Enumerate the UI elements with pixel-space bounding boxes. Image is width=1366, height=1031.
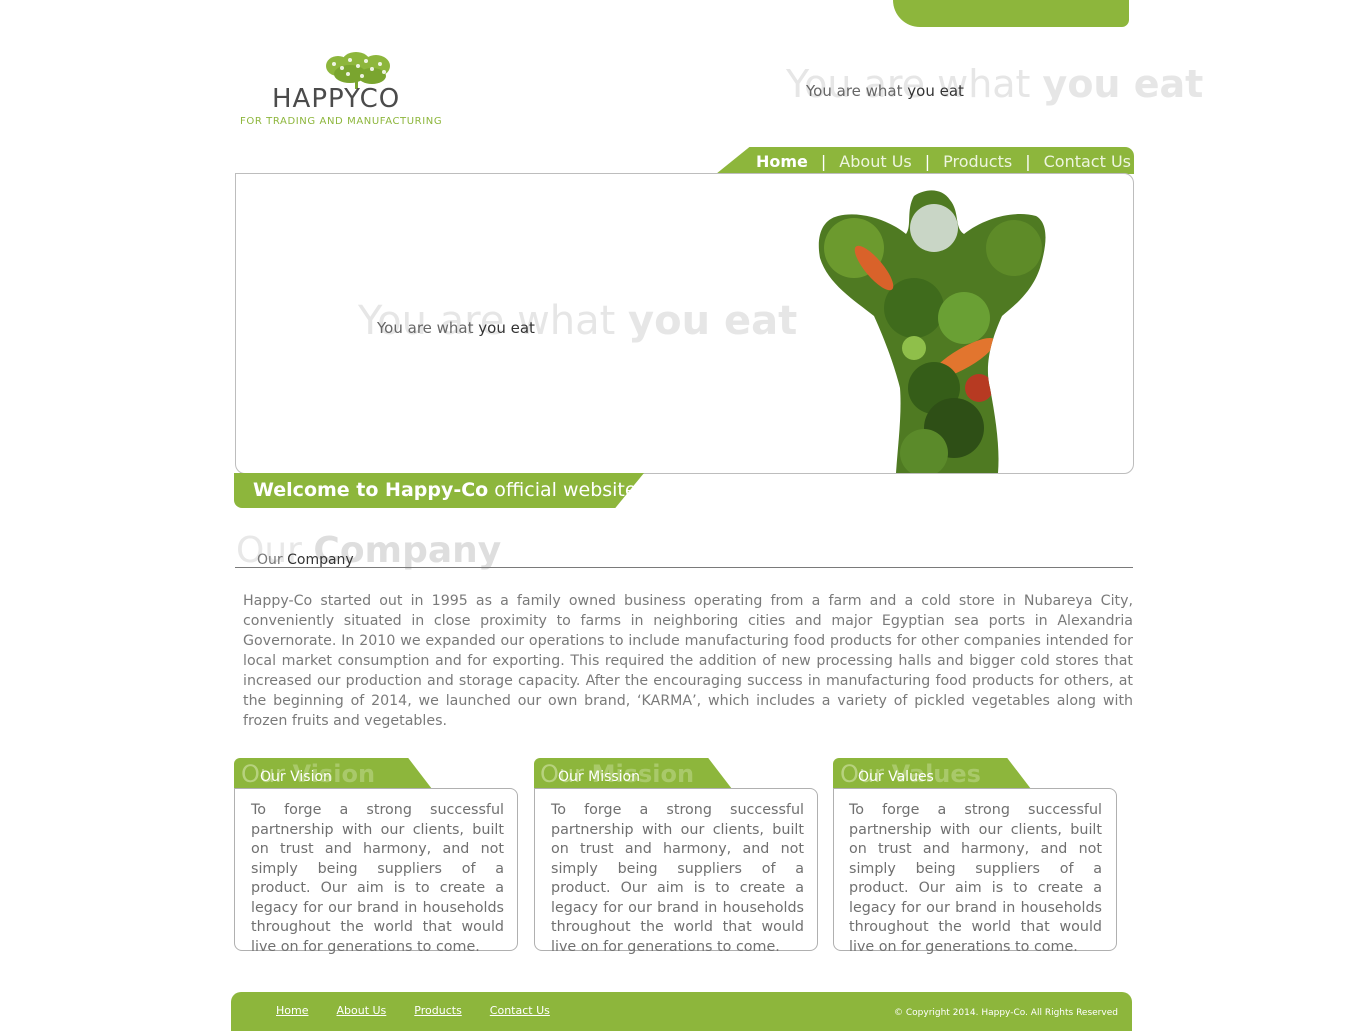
header-slogan-bold: you eat <box>907 82 964 100</box>
company-description: Happy-Co started out in 1995 as a family… <box>243 593 1133 729</box>
values-title-light: Our <box>858 769 889 785</box>
nav-home[interactable]: Home <box>756 152 808 171</box>
footer-nav: Home About Us Products Contact Us <box>276 1004 550 1017</box>
vision-text: To forge a strong successful partnership… <box>251 802 504 955</box>
logo-name: HAPPYCO <box>272 84 401 114</box>
company-title: Our Company <box>257 552 354 568</box>
footer-link-home[interactable]: Home <box>276 1004 308 1017</box>
footer-link-about-us[interactable]: About Us <box>336 1004 386 1017</box>
welcome-bold: Welcome to Happy-Co <box>253 479 489 501</box>
copyright: © Copyright 2014. Happy-Co. All Rights R… <box>894 1008 1118 1018</box>
top-accent-tab <box>893 0 1129 27</box>
main-nav: Home | About Us | Products | Contact Us <box>756 150 1131 172</box>
company-title-light: Our <box>257 552 288 568</box>
vision-title-bold: Vision <box>290 769 332 785</box>
nav-products[interactable]: Products <box>943 152 1012 171</box>
vision-title-light: Our <box>260 769 291 785</box>
nav-contact-us[interactable]: Contact Us <box>1044 152 1131 171</box>
mission-title-light: Our <box>558 769 589 785</box>
company-title-bold: Company <box>287 552 354 568</box>
header-slogan-light: You are what <box>806 82 908 100</box>
welcome-light: official website <box>488 479 637 501</box>
mission-text: To forge a strong successful partnership… <box>551 802 804 955</box>
logo[interactable]: HAPPYCO FOR TRADING AND MANUFACTURING <box>238 52 484 132</box>
vegetable-body-image <box>818 190 1046 473</box>
vision-title: Our Vision <box>260 769 332 785</box>
hero-slogan-ghost-bold: you eat <box>628 298 798 344</box>
hero-slogan-light: You are what <box>377 319 479 337</box>
logo-tagline: FOR TRADING AND MANUFACTURING <box>240 116 443 127</box>
nav-separator: | <box>924 151 931 171</box>
footer-link-products[interactable]: Products <box>414 1004 462 1017</box>
mission-title: Our Mission <box>558 769 640 785</box>
nav-about-us[interactable]: About Us <box>839 152 911 171</box>
hero-slogan-bold: you eat <box>478 319 535 337</box>
hero-slogan: You are what you eat <box>377 319 535 337</box>
values-title: Our Values <box>858 769 934 785</box>
header-slogan-ghost-bold: you eat <box>1042 62 1204 106</box>
values-title-bold: Values <box>888 769 934 785</box>
nav-separator: | <box>820 151 827 171</box>
header-slogan: You are what you eat <box>806 82 964 100</box>
values-text: To forge a strong successful partnership… <box>849 802 1102 955</box>
nav-separator: | <box>1025 151 1031 171</box>
company-divider <box>235 567 1133 568</box>
welcome-text: Welcome to Happy-Co official website <box>253 479 637 501</box>
footer-link-contact-us[interactable]: Contact Us <box>490 1004 550 1017</box>
mission-title-bold: Mission <box>588 769 640 785</box>
